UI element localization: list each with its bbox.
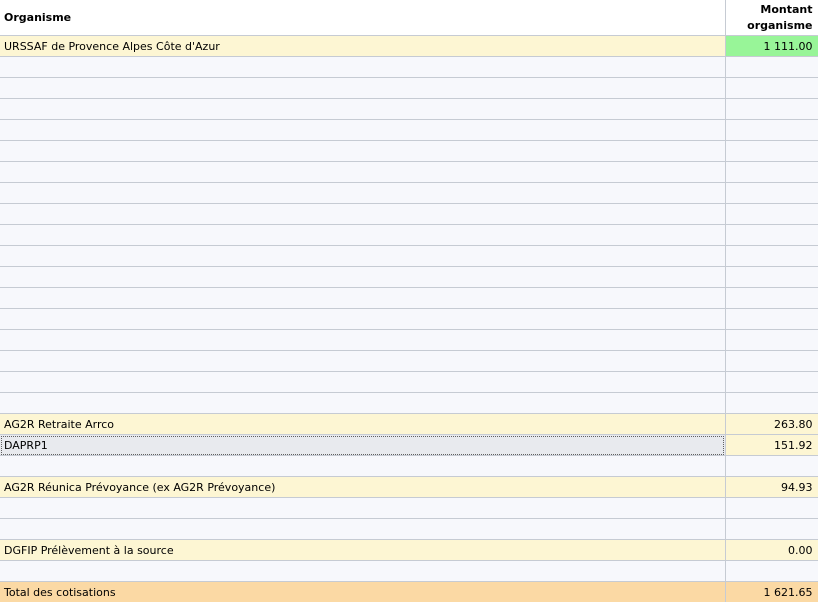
organisme-cell[interactable] xyxy=(0,455,726,477)
montant-cell[interactable]: 263.80 xyxy=(725,413,818,435)
organisme-cell[interactable] xyxy=(0,329,726,351)
column-header-montant-line1: Montant xyxy=(760,2,813,16)
total-label: Total des cotisations xyxy=(0,581,726,602)
empty-row[interactable] xyxy=(0,77,818,99)
empty-row[interactable] xyxy=(0,161,818,183)
organisme-cell[interactable]: DAPRP1 xyxy=(0,434,726,456)
table-body: URSSAF de Provence Alpes Côte d'Azur 1 11… xyxy=(0,35,818,582)
montant-cell[interactable] xyxy=(725,350,818,372)
empty-row[interactable] xyxy=(0,203,818,225)
empty-row[interactable] xyxy=(0,119,818,141)
organisme-cell[interactable] xyxy=(0,77,726,99)
organisme-cell[interactable] xyxy=(0,140,726,162)
organisme-cell[interactable]: AG2R Réunica Prévoyance (ex AG2R Prévoya… xyxy=(0,476,726,498)
column-header-organisme[interactable]: Organisme xyxy=(0,0,726,36)
organisme-cell[interactable] xyxy=(0,350,726,372)
header-row: Organisme Montant organisme xyxy=(0,0,818,36)
empty-row[interactable] xyxy=(0,308,818,330)
empty-row[interactable] xyxy=(0,56,818,78)
organisme-row[interactable]: DAPRP1 151.92 xyxy=(0,434,818,456)
organisme-cell[interactable]: URSSAF de Provence Alpes Côte d'Azur xyxy=(0,35,726,57)
organisme-row[interactable]: DGFIP Prélèvement à la source 0.00 xyxy=(0,539,818,561)
empty-row[interactable] xyxy=(0,245,818,267)
empty-row[interactable] xyxy=(0,140,818,162)
organisme-cell[interactable] xyxy=(0,182,726,204)
organisme-row[interactable]: URSSAF de Provence Alpes Côte d'Azur 1 11… xyxy=(0,35,818,57)
organisme-cell[interactable] xyxy=(0,560,726,582)
total-row: Total des cotisations 1 621.65 xyxy=(0,581,818,602)
montant-cell[interactable] xyxy=(725,77,818,99)
montant-cell[interactable] xyxy=(725,203,818,225)
empty-row[interactable] xyxy=(0,371,818,393)
montant-cell[interactable]: 94.93 xyxy=(725,476,818,498)
montant-cell[interactable] xyxy=(725,224,818,246)
column-header-montant[interactable]: Montant organisme xyxy=(725,0,818,36)
organisme-cell[interactable] xyxy=(0,161,726,183)
montant-cell[interactable] xyxy=(725,266,818,288)
organisme-cell[interactable] xyxy=(0,518,726,540)
montant-cell[interactable] xyxy=(725,455,818,477)
montant-cell[interactable] xyxy=(725,392,818,414)
organisme-cell[interactable] xyxy=(0,392,726,414)
organisme-cell[interactable] xyxy=(0,266,726,288)
organisme-cell[interactable] xyxy=(0,119,726,141)
montant-cell[interactable] xyxy=(725,140,818,162)
empty-row[interactable] xyxy=(0,287,818,309)
organisme-cell[interactable]: DGFIP Prélèvement à la source xyxy=(0,539,726,561)
empty-row[interactable] xyxy=(0,518,818,540)
montant-cell[interactable] xyxy=(725,287,818,309)
empty-row[interactable] xyxy=(0,266,818,288)
organisme-cell[interactable] xyxy=(0,497,726,519)
empty-row[interactable] xyxy=(0,329,818,351)
empty-row[interactable] xyxy=(0,455,818,477)
montant-cell[interactable]: 151.92 xyxy=(725,434,818,456)
organisme-cell[interactable] xyxy=(0,224,726,246)
montant-cell[interactable] xyxy=(725,560,818,582)
empty-row[interactable] xyxy=(0,224,818,246)
organisme-cell[interactable] xyxy=(0,98,726,120)
montant-cell[interactable] xyxy=(725,98,818,120)
total-amount: 1 621.65 xyxy=(725,581,818,602)
column-header-montant-line2: organisme xyxy=(747,18,813,32)
organisme-row[interactable]: AG2R Réunica Prévoyance (ex AG2R Prévoya… xyxy=(0,476,818,498)
montant-cell[interactable] xyxy=(725,56,818,78)
empty-row[interactable] xyxy=(0,392,818,414)
organisme-cell[interactable] xyxy=(0,245,726,267)
cotisations-table: Organisme Montant organisme URSSAF de Pr… xyxy=(0,0,818,602)
organisme-cell[interactable] xyxy=(0,371,726,393)
montant-cell[interactable] xyxy=(725,245,818,267)
organisme-cell[interactable]: AG2R Retraite Arrco xyxy=(0,413,726,435)
empty-row[interactable] xyxy=(0,98,818,120)
empty-row[interactable] xyxy=(0,182,818,204)
empty-row[interactable] xyxy=(0,497,818,519)
montant-cell[interactable]: 0.00 xyxy=(725,539,818,561)
montant-cell[interactable] xyxy=(725,329,818,351)
empty-row[interactable] xyxy=(0,350,818,372)
empty-row[interactable] xyxy=(0,560,818,582)
montant-cell[interactable] xyxy=(725,308,818,330)
organisme-row[interactable]: AG2R Retraite Arrco 263.80 xyxy=(0,413,818,435)
montant-cell[interactable] xyxy=(725,518,818,540)
montant-cell[interactable] xyxy=(725,497,818,519)
montant-cell[interactable] xyxy=(725,161,818,183)
organisme-cell[interactable] xyxy=(0,308,726,330)
organisme-cell[interactable] xyxy=(0,56,726,78)
montant-cell[interactable] xyxy=(725,371,818,393)
montant-cell[interactable]: 1 111.00 xyxy=(725,35,818,57)
organisme-cell[interactable] xyxy=(0,287,726,309)
organisme-cell[interactable] xyxy=(0,203,726,225)
montant-cell[interactable] xyxy=(725,119,818,141)
montant-cell[interactable] xyxy=(725,182,818,204)
